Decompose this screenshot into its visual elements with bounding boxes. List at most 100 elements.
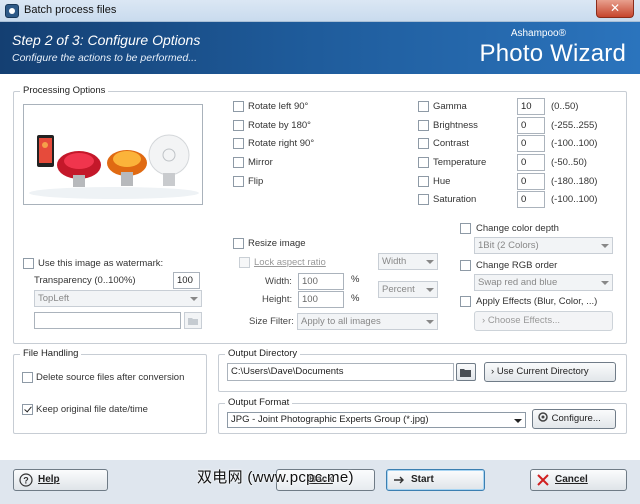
file-handling-group: File Handling Delete source files after …: [13, 348, 207, 434]
cancel-icon: [537, 474, 549, 486]
rgb-order-value: Swap red and blue: [478, 277, 558, 288]
mirror-checkbox[interactable]: [233, 157, 244, 168]
flip-checkbox[interactable]: [233, 176, 244, 187]
gamma-label: Gamma: [433, 101, 467, 112]
rotate-left-checkbox[interactable]: [233, 101, 244, 112]
site-watermark: 双电网 (www.pcpc.me): [197, 469, 354, 486]
product-name: Photo Wizard: [479, 40, 626, 67]
rgb-order-label: Change RGB order: [476, 260, 558, 271]
folder-icon: [188, 318, 198, 325]
width-label: Width:: [265, 276, 292, 287]
output-format-select[interactable]: JPG - Joint Photographic Experts Group (…: [227, 412, 526, 428]
temperature-label: Temperature: [433, 157, 487, 168]
brightness-range: (-255..255): [551, 120, 598, 131]
rotate-180-checkbox[interactable]: [233, 120, 244, 131]
hue-label: Hue: [433, 176, 451, 187]
brightness-checkbox[interactable]: [418, 120, 429, 131]
temperature-checkbox[interactable]: [418, 157, 429, 168]
step-subtitle: Configure the actions to be performed...: [12, 52, 198, 64]
output-format-legend: Output Format: [225, 397, 293, 408]
height-label: Height:: [262, 294, 293, 305]
saturation-checkbox[interactable]: [418, 194, 429, 205]
choose-effects-button[interactable]: › Choose Effects...: [474, 311, 613, 331]
output-format-group: Output Format JPG - Joint Photographic E…: [218, 397, 627, 434]
color-depth-checkbox[interactable]: [460, 223, 471, 234]
chevron-down-icon: [514, 419, 522, 423]
resize-label: Resize image: [248, 238, 306, 249]
chevron-down-icon: [426, 320, 434, 324]
saturation-input[interactable]: 0: [517, 191, 545, 208]
height-input[interactable]: 100: [298, 291, 344, 308]
output-directory-group: Output Directory C:\Users\Dave\Documents…: [218, 348, 627, 392]
cancel-button[interactable]: Cancel: [530, 469, 627, 491]
contrast-label: Contrast: [433, 138, 469, 149]
chevron-down-icon: [601, 244, 609, 248]
lamps-photo: [24, 105, 202, 204]
gamma-input[interactable]: 10: [517, 98, 545, 115]
effects-label: Apply Effects (Blur, Color, ...): [476, 296, 598, 307]
wizard-header: Step 2 of 3: Configure Options Configure…: [0, 22, 640, 74]
file-handling-legend: File Handling: [20, 348, 82, 359]
help-button[interactable]: ? Help: [13, 469, 108, 491]
output-path-input[interactable]: C:\Users\Dave\Documents: [227, 363, 454, 381]
watermark-label: Use this image as watermark:: [38, 258, 164, 269]
title-bar: Batch process files ✕: [0, 0, 640, 22]
saturation-label: Saturation: [433, 194, 477, 205]
processing-options-group: Processing Options Rotate left 90° Rotat…: [13, 85, 627, 344]
gamma-checkbox[interactable]: [418, 101, 429, 112]
cancel-label: Cancel: [555, 474, 588, 485]
brightness-input[interactable]: 0: [517, 117, 545, 134]
temperature-input[interactable]: 0: [517, 154, 545, 171]
step-title: Step 2 of 3: Configure Options: [12, 32, 201, 48]
watermark-position-select[interactable]: TopLeft: [34, 290, 202, 307]
delete-source-checkbox[interactable]: [22, 372, 33, 383]
resize-dimension-value: Width: [382, 256, 407, 267]
effects-checkbox[interactable]: [460, 296, 471, 307]
hue-input[interactable]: 0: [517, 173, 545, 190]
watermark-file-input[interactable]: [34, 312, 181, 329]
close-icon: ✕: [609, 1, 621, 15]
rotate-right-label: Rotate right 90°: [248, 138, 315, 149]
resize-checkbox[interactable]: [233, 238, 244, 249]
output-directory-legend: Output Directory: [225, 348, 301, 359]
rotate-left-label: Rotate left 90°: [248, 101, 309, 112]
width-input[interactable]: 100: [298, 273, 344, 290]
hue-checkbox[interactable]: [418, 176, 429, 187]
browse-directory-button[interactable]: [456, 363, 476, 381]
contrast-checkbox[interactable]: [418, 138, 429, 149]
transparency-label: Transparency (0..100%): [34, 275, 136, 286]
height-unit: %: [351, 293, 360, 304]
size-filter-select[interactable]: Apply to all images: [297, 313, 438, 330]
color-depth-select[interactable]: 1Bit (2 Colors): [474, 237, 613, 254]
main-panel: Processing Options Rotate left 90° Rotat…: [0, 74, 640, 460]
rgb-order-select[interactable]: Swap red and blue: [474, 274, 613, 291]
keep-date-label: Keep original file date/time: [36, 404, 148, 415]
size-filter-value: Apply to all images: [301, 316, 381, 327]
chevron-down-icon: [426, 288, 434, 292]
rotate-right-checkbox[interactable]: [233, 138, 244, 149]
window-title: Batch process files: [24, 4, 117, 16]
close-button[interactable]: ✕: [596, 0, 634, 18]
configure-button[interactable]: Configure...: [532, 409, 616, 429]
chevron-down-icon: [426, 260, 434, 264]
app-icon: [5, 4, 19, 18]
brightness-label: Brightness: [433, 120, 478, 131]
transparency-input[interactable]: 100: [173, 272, 200, 289]
lock-aspect-checkbox[interactable]: [239, 257, 250, 268]
start-button[interactable]: Start: [386, 469, 485, 491]
rgb-order-checkbox[interactable]: [460, 260, 471, 271]
start-label: Start: [411, 474, 434, 485]
keep-date-checkbox[interactable]: [22, 404, 33, 415]
browse-folder-button[interactable]: [184, 312, 202, 329]
resize-unit-select[interactable]: Percent: [378, 281, 438, 298]
watermark-checkbox[interactable]: [23, 258, 34, 269]
resize-dimension-select[interactable]: Width: [378, 253, 438, 270]
resize-unit-value: Percent: [382, 284, 415, 295]
size-filter-label: Size Filter:: [249, 316, 294, 327]
svg-text:?: ?: [23, 476, 29, 486]
width-unit: %: [351, 274, 360, 285]
color-depth-label: Change color depth: [476, 223, 559, 234]
mirror-label: Mirror: [248, 157, 273, 168]
contrast-input[interactable]: 0: [517, 135, 545, 152]
use-current-directory-button[interactable]: › Use Current Directory: [484, 362, 616, 382]
